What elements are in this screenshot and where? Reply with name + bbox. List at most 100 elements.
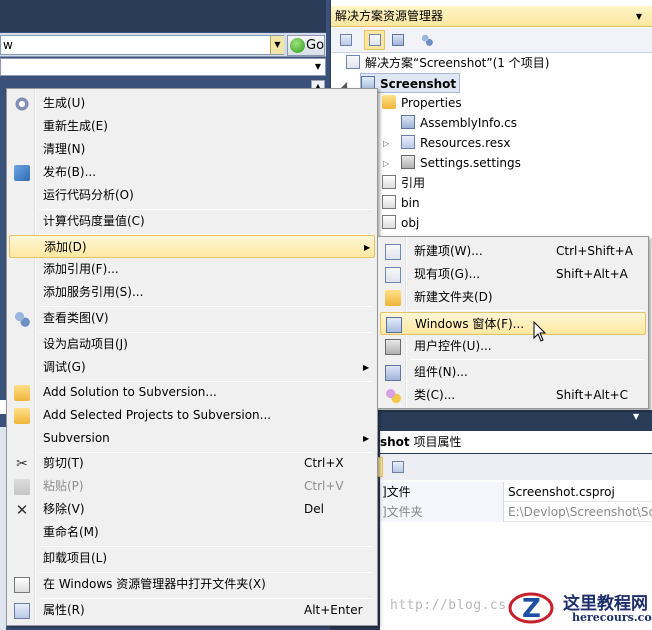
property-pages-icon <box>392 461 404 473</box>
properties-icon <box>14 603 30 619</box>
menu-item-open-in-explorer[interactable]: 在 Windows 资源管理器中打开文件夹(X) <box>9 573 375 596</box>
show-all-files-icon <box>369 34 381 46</box>
menu-item-add-projects-svn[interactable]: Add Selected Projects to Subversion... <box>9 404 375 427</box>
solution-icon <box>346 55 360 69</box>
tree-references[interactable]: 引用 <box>382 173 425 193</box>
remove-icon: ✕ <box>15 501 29 519</box>
toolbar-area <box>0 0 326 32</box>
cut-icon: ✂ <box>16 456 28 472</box>
menu-item-cut[interactable]: ✂ 剪切(T) Ctrl+X <box>9 452 375 475</box>
tree-assemblyinfo[interactable]: AssemblyInfo.cs <box>401 113 517 133</box>
tree-bin[interactable]: bin <box>382 193 420 213</box>
publish-icon <box>14 165 30 181</box>
properties-icon <box>340 34 352 46</box>
menu-item-code-metrics[interactable]: 计算代码度量值(C) <box>9 210 375 233</box>
folder-icon <box>382 195 396 209</box>
expand-arrow-icon[interactable]: ▷ <box>383 159 389 168</box>
submenu-item-new-folder[interactable]: 新建文件夹(D) <box>380 286 646 309</box>
refresh-icon <box>392 34 404 46</box>
menu-item-rename[interactable]: 重命名(M) <box>9 521 375 544</box>
submenu-item-existing-item[interactable]: 现有项(G)... Shift+Alt+A <box>380 263 646 286</box>
properties-toolbar <box>377 454 652 480</box>
show-all-files-button[interactable] <box>364 30 385 50</box>
class-diagram-icon <box>14 311 30 327</box>
menu-item-add-solution-svn[interactable]: Add Solution to Subversion... <box>9 381 375 404</box>
windows-form-icon <box>386 317 402 333</box>
logo-url: herecours.com <box>572 611 652 624</box>
mouse-cursor-icon <box>533 321 547 342</box>
menu-item-set-startup[interactable]: 设为启动项目(J) <box>9 333 375 356</box>
menu-item-add-service-reference[interactable]: 添加服务引用(S)... <box>9 281 375 304</box>
submenu-arrow-icon: ▶ <box>363 363 370 372</box>
submenu-arrow-icon: ▶ <box>364 243 371 252</box>
folder-add-icon <box>14 408 30 424</box>
properties-header: shot 项目属性 <box>380 431 652 453</box>
property-row[interactable]: ]文件 Screenshot.csproj <box>380 482 652 502</box>
paste-icon <box>14 479 30 495</box>
class-view-button[interactable] <box>416 30 437 50</box>
navigation-combobox[interactable] <box>0 58 326 76</box>
property-row[interactable]: ]文件夹 E:\Devlop\Screenshot\Scr <box>380 502 652 522</box>
user-control-icon <box>385 339 401 355</box>
logo-icon: Z <box>508 592 554 624</box>
existing-item-icon <box>385 267 401 283</box>
submenu-item-windows-form[interactable]: Windows 窗体(F)... <box>380 312 646 335</box>
menu-item-code-analysis[interactable]: 运行代码分析(O) <box>9 184 375 207</box>
property-value: E:\Devlop\Screenshot\Scr <box>508 505 652 519</box>
new-item-icon <box>385 244 401 260</box>
add-submenu: 新建项(W)... Ctrl+Shift+A 现有项(G)... Shift+Alt… <box>377 236 649 409</box>
menu-separator <box>410 359 644 360</box>
menu-item-subversion[interactable]: Subversion ▶ <box>9 427 375 450</box>
tree-resources[interactable]: Resources.resx <box>401 133 511 153</box>
address-input[interactable]: w <box>0 35 284 55</box>
build-icon <box>14 96 30 112</box>
go-button[interactable]: Go <box>287 35 325 56</box>
menu-item-add[interactable]: 添加(D) ▶ <box>9 235 375 258</box>
menu-item-view-class-diagram[interactable]: 查看类图(V) <box>9 307 375 330</box>
panel-menu-icon[interactable]: ▼ <box>633 412 639 421</box>
go-icon <box>290 38 305 53</box>
submenu-item-new-item[interactable]: 新建项(W)... Ctrl+Shift+A <box>380 240 646 263</box>
submenu-item-user-control[interactable]: 用户控件(U)... <box>380 335 646 358</box>
folder-icon <box>382 215 396 229</box>
panel-menu-icon[interactable]: ▼ <box>632 6 646 27</box>
menu-item-rebuild[interactable]: 重新生成(E) <box>9 115 375 138</box>
new-folder-icon <box>385 290 401 306</box>
project-context-menu: 生成(U) 重新生成(E) 清理(N) 发布(B)... 运行代码分析(O) 计… <box>6 88 378 626</box>
property-pages-button[interactable] <box>387 457 408 477</box>
expand-arrow-icon[interactable]: ▷ <box>383 139 389 148</box>
class-view-icon <box>421 34 433 46</box>
svg-text:Z: Z <box>522 594 541 624</box>
solution-explorer-title: 解决方案资源管理器 <box>331 6 652 27</box>
menu-item-clean[interactable]: 清理(N) <box>9 138 375 161</box>
submenu-item-component[interactable]: 组件(N)... <box>380 361 646 384</box>
address-dropdown-icon[interactable]: ▼ <box>270 36 284 54</box>
submenu-item-class[interactable]: 类(C)... Shift+Alt+C <box>380 384 646 407</box>
menu-item-paste[interactable]: 粘贴(P) Ctrl+V <box>9 475 375 498</box>
properties-title-bar <box>331 410 652 430</box>
menu-item-debug[interactable]: 调试(G) ▶ <box>9 356 375 379</box>
properties-folder-icon <box>382 95 396 109</box>
menu-separator <box>410 310 644 311</box>
open-folder-icon <box>14 577 30 593</box>
menu-item-add-reference[interactable]: 添加引用(F)... <box>9 258 375 281</box>
cs-file-icon <box>401 115 415 129</box>
properties-tool-button[interactable] <box>335 30 356 50</box>
folder-add-icon <box>14 385 30 401</box>
tree-solution[interactable]: 解决方案“Screenshot”(1 个项目) <box>346 53 549 73</box>
menu-item-remove[interactable]: ✕ 移除(V) Del <box>9 498 375 521</box>
tree-settings[interactable]: Settings.settings <box>401 153 521 173</box>
property-value: Screenshot.csproj <box>508 485 615 499</box>
menu-item-unload-project[interactable]: 卸载项目(L) <box>9 547 375 570</box>
menu-item-publish[interactable]: 发布(B)... <box>9 161 375 184</box>
menu-item-build[interactable]: 生成(U) <box>9 92 375 115</box>
component-icon <box>385 365 401 381</box>
menu-item-properties[interactable]: 属性(R) Alt+Enter <box>9 599 375 622</box>
refresh-button[interactable] <box>387 30 408 50</box>
solution-explorer-toolbar <box>331 28 652 53</box>
tree-properties[interactable]: Properties <box>382 93 462 113</box>
references-folder-icon <box>382 175 396 189</box>
chevron-down-icon[interactable]: ▼ <box>312 60 324 74</box>
tree-obj[interactable]: obj <box>382 213 419 233</box>
settings-file-icon <box>401 155 415 169</box>
